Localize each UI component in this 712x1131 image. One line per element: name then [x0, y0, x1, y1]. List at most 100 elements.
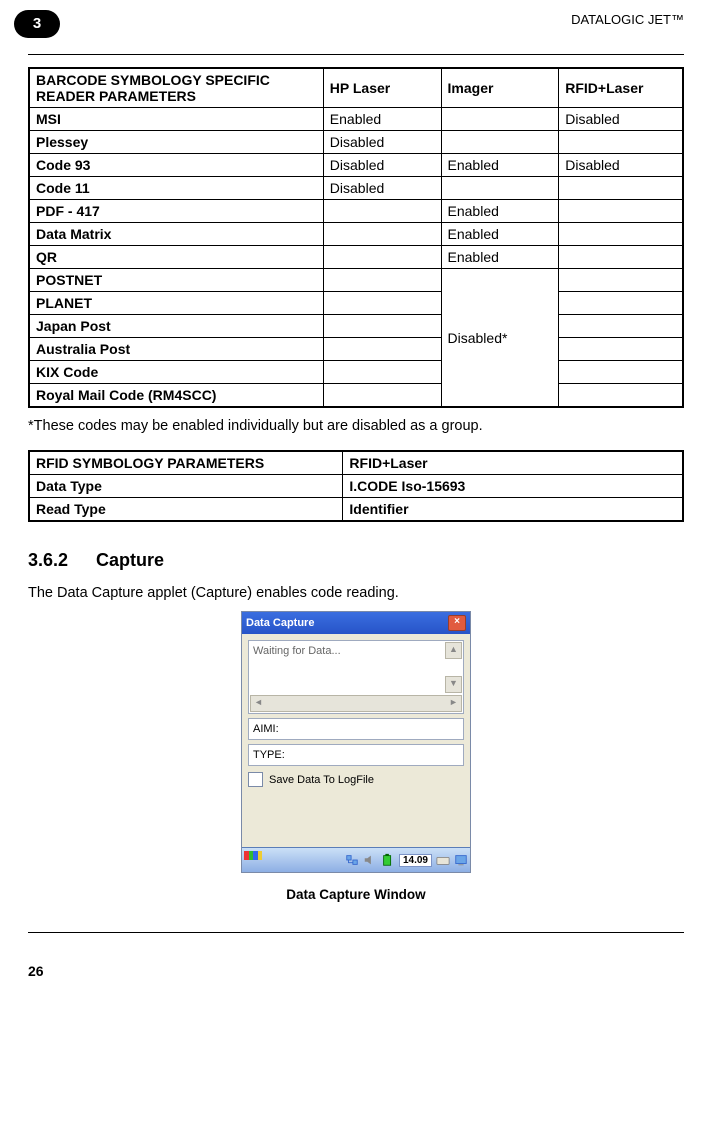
col-header-imager: Imager — [441, 68, 559, 108]
cell-hp: Disabled — [323, 131, 441, 154]
cell-rfid — [559, 361, 683, 384]
row-name: PLANET — [29, 292, 323, 315]
aimi-field[interactable]: AIMI: — [248, 718, 464, 740]
cell-imager: Enabled — [441, 223, 559, 246]
cell-imager: Enabled — [441, 200, 559, 223]
cell-hp — [323, 384, 441, 408]
figure-caption: Data Capture Window — [28, 887, 684, 902]
col-header-hp: HP Laser — [323, 68, 441, 108]
row-name: Japan Post — [29, 315, 323, 338]
page-number: 26 — [28, 963, 684, 979]
cell-rfid — [559, 131, 683, 154]
table-row: Plessey Disabled — [29, 131, 683, 154]
table-row: Code 93 Disabled Enabled Disabled — [29, 154, 683, 177]
cell-hp — [323, 338, 441, 361]
cell-rfid: Disabled — [559, 108, 683, 131]
row-name: Plessey — [29, 131, 323, 154]
merged-disabled-cell: Disabled* — [441, 269, 559, 408]
row-name: KIX Code — [29, 361, 323, 384]
scroll-down-icon[interactable]: ▼ — [445, 676, 462, 693]
rfid-symbology-table: RFID SYMBOLOGY PARAMETERS RFID+Laser Dat… — [28, 450, 684, 522]
row-name: Royal Mail Code (RM4SCC) — [29, 384, 323, 408]
footnote: *These codes may be enabled individually… — [28, 418, 684, 434]
scroll-left-icon[interactable]: ◄ — [251, 696, 266, 711]
cell-imager — [441, 131, 559, 154]
cell-imager — [441, 177, 559, 200]
cell-imager: Enabled — [441, 246, 559, 269]
cell-hp: Disabled — [323, 154, 441, 177]
close-icon[interactable]: × — [448, 615, 466, 631]
row-name: MSI — [29, 108, 323, 131]
save-logfile-label: Save Data To LogFile — [269, 774, 374, 786]
taskbar-clock[interactable]: 14.09 — [399, 854, 432, 867]
taskbar[interactable]: 14.09 — [242, 847, 470, 872]
table-row: Royal Mail Code (RM4SCC) — [29, 384, 683, 408]
table-row: Australia Post — [29, 338, 683, 361]
start-icon[interactable] — [244, 851, 262, 869]
row-name: Data Matrix — [29, 223, 323, 246]
row-name: Read Type — [29, 498, 343, 522]
cell-rfid — [559, 223, 683, 246]
table-row: MSI Enabled Disabled — [29, 108, 683, 131]
tray-desktop-icon[interactable] — [454, 853, 468, 867]
cell-rfid — [559, 292, 683, 315]
row-name: Australia Post — [29, 338, 323, 361]
cell-hp — [323, 246, 441, 269]
scroll-right-icon[interactable]: ► — [446, 696, 461, 711]
row-value: I.CODE Iso-15693 — [343, 475, 683, 498]
section-number: 3.6.2 — [28, 550, 68, 570]
table-row: Japan Post — [29, 315, 683, 338]
cell-hp — [323, 292, 441, 315]
tray-network-icon[interactable] — [345, 853, 359, 867]
cell-hp — [323, 223, 441, 246]
table-row: Data Type I.CODE Iso-15693 — [29, 475, 683, 498]
table-row: QR Enabled — [29, 246, 683, 269]
cell-rfid — [559, 315, 683, 338]
save-logfile-checkbox[interactable] — [248, 772, 263, 787]
tray-speaker-icon[interactable] — [363, 853, 377, 867]
scroll-up-icon[interactable]: ▲ — [445, 642, 462, 659]
section-title: Capture — [96, 550, 164, 570]
cell-rfid — [559, 338, 683, 361]
cell-hp — [323, 269, 441, 292]
cell-rfid — [559, 269, 683, 292]
type-field[interactable]: TYPE: — [248, 744, 464, 766]
cell-imager: Enabled — [441, 154, 559, 177]
row-value: Identifier — [343, 498, 683, 522]
section-heading: 3.6.2 Capture — [28, 550, 684, 571]
table-row: Data Matrix Enabled — [29, 223, 683, 246]
table-row: PDF - 417 Enabled — [29, 200, 683, 223]
cell-rfid — [559, 177, 683, 200]
row-name: Code 11 — [29, 177, 323, 200]
col-header-rfid: RFID+Laser — [559, 68, 683, 108]
section-body: The Data Capture applet (Capture) enable… — [28, 585, 684, 601]
table-row: POSTNET Disabled* — [29, 269, 683, 292]
cell-hp — [323, 315, 441, 338]
cell-rfid: Disabled — [559, 154, 683, 177]
tray-battery-icon[interactable] — [381, 853, 395, 867]
row-name: QR — [29, 246, 323, 269]
tray-keyboard-icon[interactable] — [436, 853, 450, 867]
chapter-badge: 3 — [14, 10, 60, 38]
row-name: POSTNET — [29, 269, 323, 292]
col-header-rfid-laser: RFID+Laser — [343, 451, 683, 475]
row-name: PDF - 417 — [29, 200, 323, 223]
horizontal-scrollbar[interactable]: ◄► — [250, 695, 462, 712]
header-rule — [28, 54, 684, 55]
data-capture-window: Data Capture × Waiting for Data... ▲ ▼ ◄… — [241, 611, 471, 873]
product-name: DATALOGIC JET™ — [571, 12, 684, 27]
window-title: Data Capture — [246, 617, 314, 629]
row-name: Code 93 — [29, 154, 323, 177]
cell-hp: Enabled — [323, 108, 441, 131]
cell-imager — [441, 108, 559, 131]
table-row: KIX Code — [29, 361, 683, 384]
window-titlebar[interactable]: Data Capture × — [242, 612, 470, 634]
col-header-symbology: BARCODE SYMBOLOGY SPECIFICREADER PARAMET… — [29, 68, 323, 108]
data-textarea[interactable]: Waiting for Data... ▲ ▼ ◄► — [248, 640, 464, 714]
cell-hp — [323, 361, 441, 384]
cell-hp — [323, 200, 441, 223]
waiting-text: Waiting for Data... — [253, 645, 341, 657]
cell-hp: Disabled — [323, 177, 441, 200]
cell-rfid — [559, 246, 683, 269]
table-row: PLANET — [29, 292, 683, 315]
